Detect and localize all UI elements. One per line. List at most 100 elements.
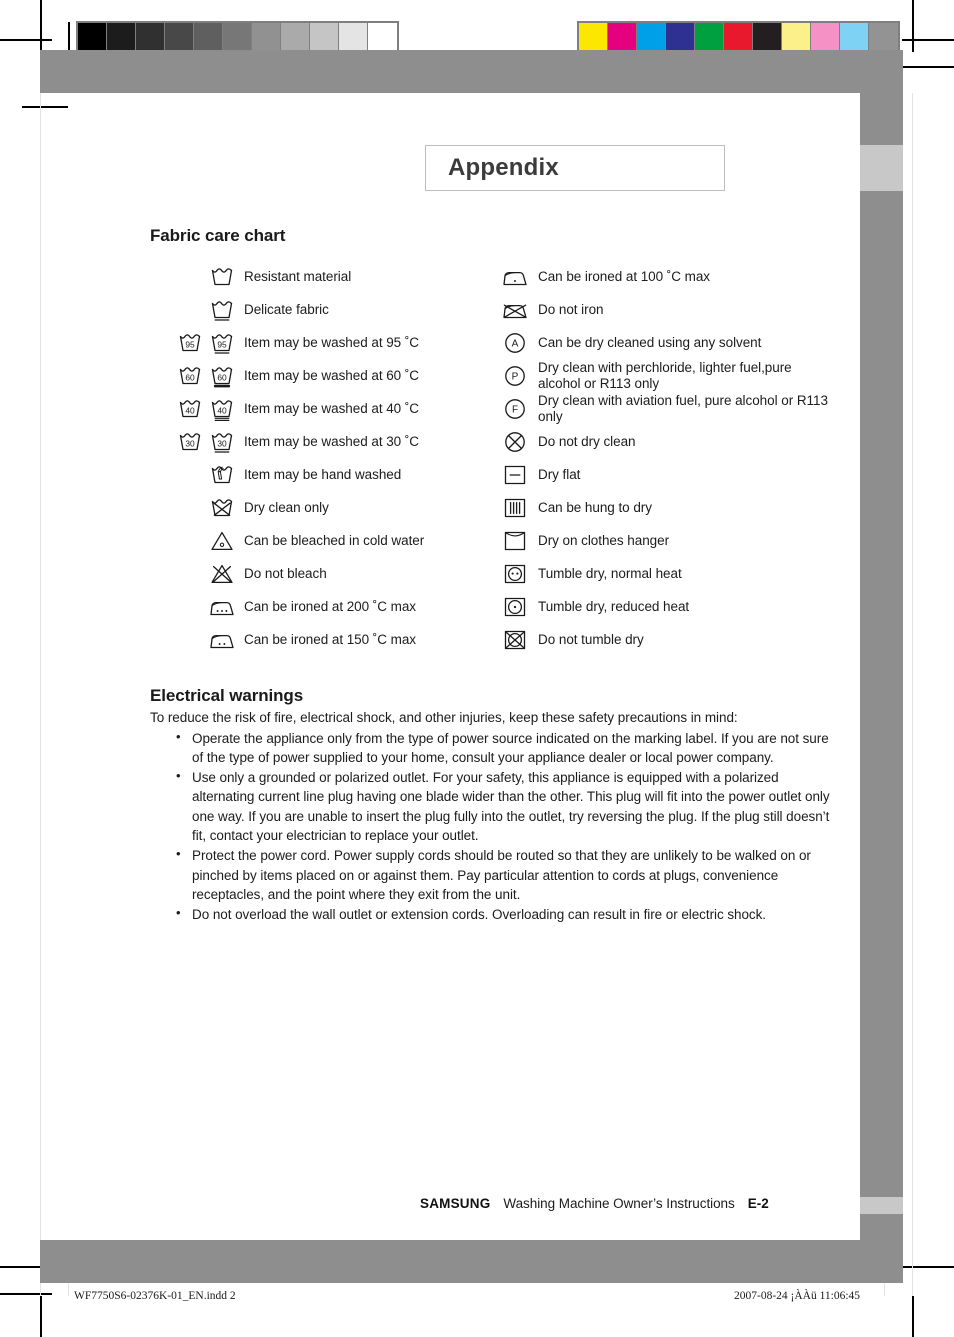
crop-mark-bottom-right-vertical [912,1296,914,1337]
bleach-cold-icon [209,528,235,554]
care-symbols [490,528,538,554]
care-label: Can be ironed at 100 ˚C max [538,268,710,284]
drip-dry-hanger-icon [502,528,528,554]
right-gray-column [860,93,903,1240]
care-row: 30 30 Item may be washed at 30 ˚C [150,425,490,458]
warning-item: Do not overload the wall outlet or exten… [150,904,830,925]
care-label: Item may be washed at 30 ˚C [244,433,419,449]
care-row: 60 60 Item may be washed at 60 ˚C [150,359,490,392]
care-symbols [150,264,244,290]
svg-text:40: 40 [185,405,195,415]
care-row: Dry clean only [150,491,490,524]
crop-mark-top-left-horizontal [0,39,52,41]
care-label: Dry flat [538,466,581,482]
care-symbols [150,561,244,587]
do-not-tumble-icon [502,627,528,653]
wash-tub-delicate-icon [209,297,235,323]
crop-mark-left-upper [22,106,74,108]
page-number: E-2 [747,1196,769,1211]
do-not-dryclean-icon [502,429,528,455]
dryclean-a-icon: A [502,330,528,356]
care-symbols [490,495,538,521]
crop-mark-right-upper [903,66,954,68]
wash-tub-30-bar-icon: 30 [209,429,235,455]
document-page: Appendix Fabric care chart Resistant mat… [68,93,860,1240]
crop-mark-bottom-left-vertical [40,1296,42,1337]
care-symbols [490,561,538,587]
crop-mark-bottom-left-2 [0,1293,52,1295]
care-row: Item may be hand washed [150,458,490,491]
crop-mark-top-right-horizontal [902,39,954,41]
top-gray-band [40,50,903,93]
care-row: Can be bleached in cold water [150,524,490,557]
svg-text:30: 30 [185,438,195,448]
care-symbols: 30 30 [150,429,244,455]
print-sheet: Appendix Fabric care chart Resistant mat… [0,0,954,1337]
care-label: Can be ironed at 200 ˚C max [244,598,416,614]
care-label: Dry clean only [244,499,329,515]
care-symbols [150,528,244,554]
appendix-header: Appendix [425,145,725,191]
care-label: Dry clean with aviation fuel, pure alcoh… [538,392,828,424]
care-label: Resistant material [244,268,352,284]
electrical-warnings-list: Operate the appliance only from the type… [150,728,830,925]
samsung-logo-text: SAMSUNG [420,1196,491,1211]
fabric-care-chart-heading: Fabric care chart [150,226,286,245]
svg-text:F: F [512,404,518,415]
care-label: Can be ironed at 150 ˚C max [244,631,416,647]
electrical-warnings-intro: To reduce the risk of fire, electrical s… [150,710,738,725]
care-label: Can be bleached in cold water [244,532,425,548]
care-row: Dry flat [490,458,830,491]
page-guide-right-outer [912,93,913,1296]
care-row: Tumble dry, normal heat [490,557,830,590]
care-symbols [490,627,538,653]
wash-tub-60-icon: 60 [177,363,203,389]
care-label: Item may be washed at 60 ˚C [244,367,419,383]
tumble-normal-icon [502,561,528,587]
svg-text:A: A [512,338,519,349]
wash-tub-95-icon: 95 [177,330,203,356]
crop-mark-top-right-vertical [912,0,914,52]
care-label: Dry on clothes hanger [538,532,670,548]
dry-flat-icon [502,462,528,488]
svg-text:60: 60 [217,372,227,382]
care-row: A Can be dry cleaned using any solvent [490,326,830,359]
care-label: Tumble dry, reduced heat [538,598,690,614]
care-row: Can be ironed at 150 ˚C max [150,623,490,656]
care-row: 95 95 Item may be washed at 95 ˚C [150,326,490,359]
care-symbols [150,627,244,653]
svg-text:95: 95 [217,339,227,349]
wash-tub-95-bar-icon: 95 [209,330,235,356]
care-label: Can be hung to dry [538,499,652,515]
care-symbols [150,462,244,488]
care-label: Do not iron [538,301,604,317]
care-row: Dry on clothes hanger [490,524,830,557]
care-symbols [490,297,538,323]
svg-text:60: 60 [185,372,195,382]
warning-item: Operate the appliance only from the type… [150,728,830,768]
print-slug-filename: WF7750S6-02376K-01_EN.indd 2 [74,1290,236,1302]
care-row: Do not tumble dry [490,623,830,656]
iron-1-dot-icon [502,264,528,290]
iron-2-dots-icon [209,627,235,653]
do-not-iron-icon [502,297,528,323]
care-row: P Dry clean with perchloride, lighter fue… [490,359,830,392]
warning-item: Use only a grounded or polarized outlet.… [150,767,830,846]
care-label: Do not dry clean [538,433,636,449]
care-row: Can be hung to dry [490,491,830,524]
wash-tub-40-icon: 40 [177,396,203,422]
care-row: Can be ironed at 200 ˚C max [150,590,490,623]
svg-text:95: 95 [185,339,195,349]
care-label: Item may be washed at 40 ˚C [244,400,419,416]
care-symbols [150,297,244,323]
care-label: Do not bleach [244,565,327,581]
dryclean-f-icon: F [502,396,528,422]
page-content: Fabric care chart Resistant material Deli… [150,226,830,924]
fabric-care-chart: Resistant material Delicate fabric 95 95 Ite… [150,260,830,656]
wash-tub-icon [209,264,235,290]
crop-mark-top-left-vertical [40,0,42,52]
care-row: Delicate fabric [150,293,490,326]
tumble-reduced-icon [502,594,528,620]
svg-text:30: 30 [217,438,227,448]
svg-text:P: P [512,371,519,382]
